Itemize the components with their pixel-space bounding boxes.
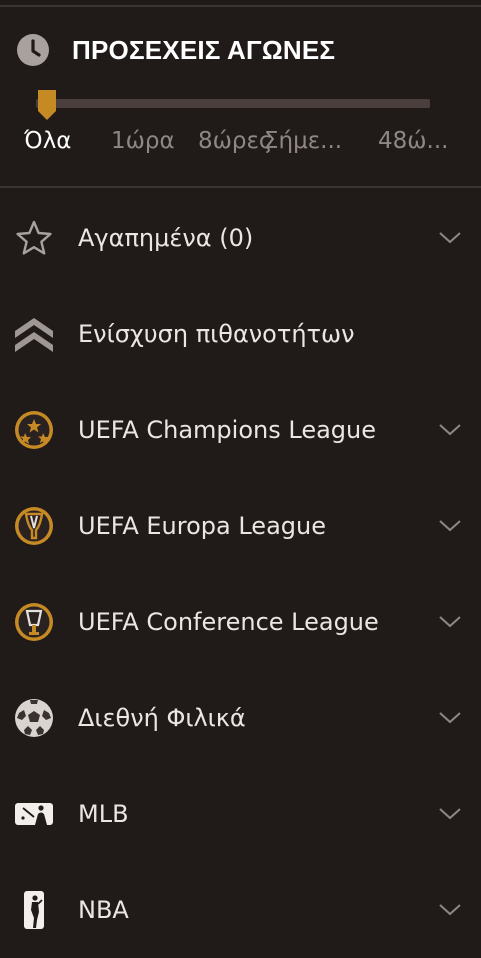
menu-item-label: Διεθνή Φιλικά <box>78 704 246 732</box>
slider-track[interactable] <box>36 99 430 108</box>
menu-item-international-friendlies[interactable]: Διεθνή Φιλικά <box>0 670 481 766</box>
chevron-down-icon[interactable] <box>438 231 462 245</box>
menu-item-label: UEFA Champions League <box>78 416 376 444</box>
section-divider <box>0 186 481 188</box>
chevron-down-icon[interactable] <box>438 615 462 629</box>
menu-item-label: Αγαπημένα (0) <box>78 224 254 252</box>
chevron-down-icon[interactable] <box>438 903 462 917</box>
menu-item-conference-league[interactable]: UEFA Conference League <box>0 574 481 670</box>
chevron-down-icon[interactable] <box>438 711 462 725</box>
page-title: ΠΡΟΣΕΧΕΙΣ ΑΓΩΝΕΣ <box>72 34 336 65</box>
upcoming-matches-header: ΠΡΟΣΕΧΕΙΣ ΑΓΩΝΕΣ <box>16 30 335 70</box>
top-divider <box>0 5 481 7</box>
range-option-48h[interactable]: 48ώ... <box>378 128 448 154</box>
menu-item-champions-league[interactable]: UEFA Champions League <box>0 382 481 478</box>
range-option-today[interactable]: Σήμε... <box>264 128 342 154</box>
conference-league-icon <box>14 602 54 642</box>
soccer-ball-icon <box>14 698 54 738</box>
sports-menu: Αγαπημένα (0) Ενίσχυση πιθανοτήτων UEFA … <box>0 190 481 958</box>
menu-item-label: NBA <box>78 896 129 924</box>
time-range-labels: Όλα 1ώρα 8ώρες Σήμε... 48ώ... <box>0 128 481 164</box>
chevron-down-icon[interactable] <box>438 423 462 437</box>
menu-item-label: UEFA Conference League <box>78 608 379 636</box>
europa-league-icon <box>14 506 54 546</box>
range-option-all[interactable]: Όλα <box>24 128 71 154</box>
time-range-slider[interactable] <box>36 90 432 120</box>
menu-item-favourites[interactable]: Αγαπημένα (0) <box>0 190 481 286</box>
chevron-down-icon[interactable] <box>438 519 462 533</box>
slider-thumb[interactable] <box>36 90 58 120</box>
menu-item-label: MLB <box>78 800 129 828</box>
champions-league-icon <box>14 410 54 450</box>
range-option-1h[interactable]: 1ώρα <box>111 128 175 154</box>
chevrons-up-icon <box>14 314 54 354</box>
star-icon <box>14 218 54 258</box>
menu-item-europa-league[interactable]: UEFA Europa League <box>0 478 481 574</box>
clock-icon <box>16 33 50 67</box>
range-option-8h[interactable]: 8ώρες <box>198 128 272 154</box>
menu-item-odds-boost[interactable]: Ενίσχυση πιθανοτήτων <box>0 286 481 382</box>
menu-item-nba[interactable]: NBA <box>0 862 481 958</box>
menu-item-label: Ενίσχυση πιθανοτήτων <box>78 320 355 348</box>
menu-item-mlb[interactable]: MLB <box>0 766 481 862</box>
nba-logo-icon <box>14 890 54 930</box>
menu-item-label: UEFA Europa League <box>78 512 326 540</box>
chevron-down-icon[interactable] <box>438 807 462 821</box>
mlb-logo-icon <box>14 794 54 834</box>
